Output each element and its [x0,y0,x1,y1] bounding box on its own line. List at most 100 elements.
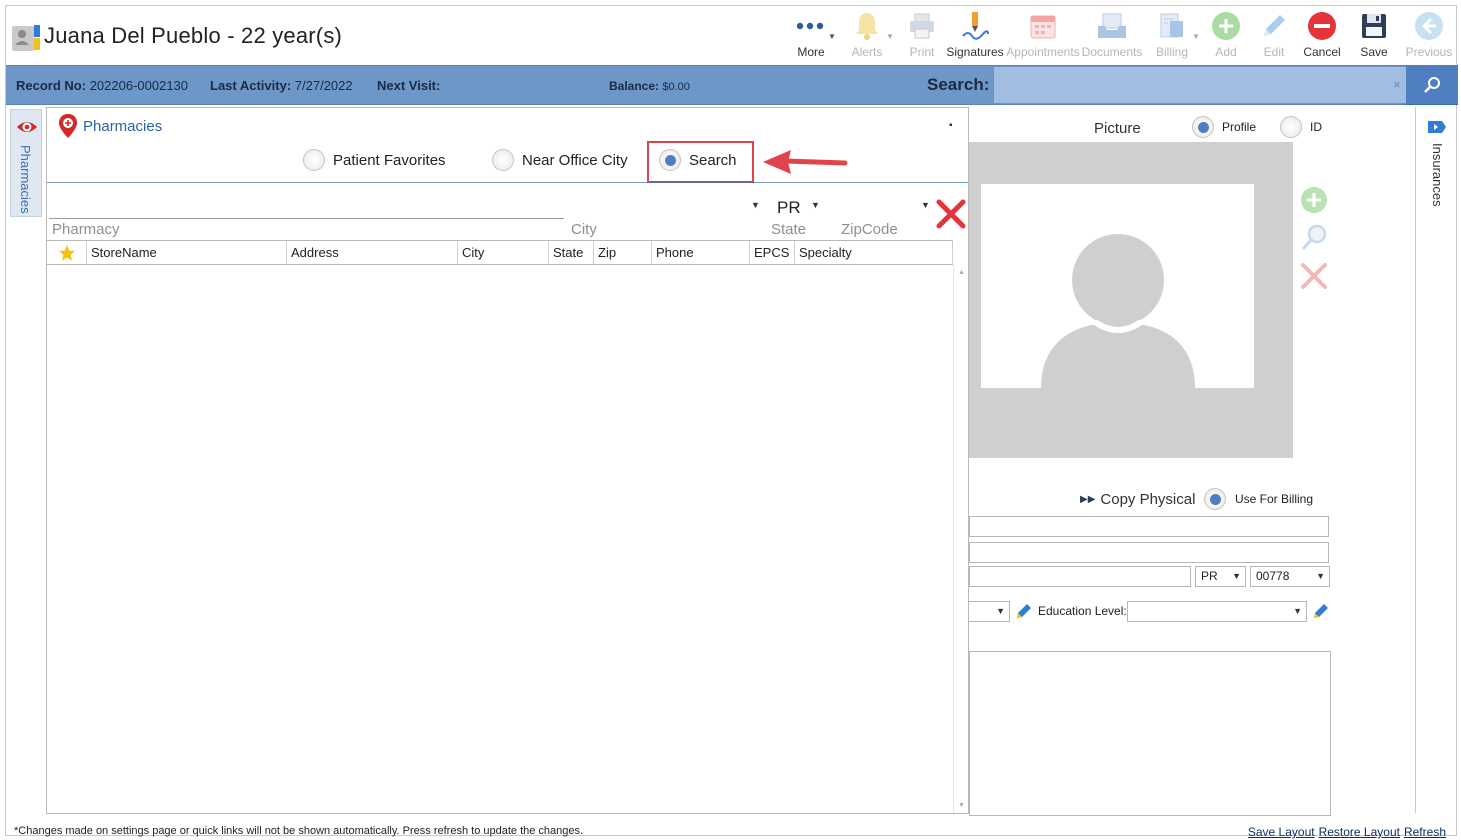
chevron-down-icon[interactable]: ▼ [811,200,820,210]
zip-select[interactable]: 00778 ▼ [1250,566,1330,587]
delete-photo-icon[interactable] [1299,261,1329,291]
column-header-storename[interactable]: StoreName [87,241,287,264]
column-header-epcs[interactable]: EPCS [750,241,795,264]
chevron-down-icon: ▼ [996,606,1005,616]
notes-box[interactable] [969,651,1331,816]
highlight-box [647,141,754,183]
column-header-state[interactable]: State [549,241,594,264]
vertical-scrollbar[interactable]: ▲ ▼ [953,265,968,813]
pharmacy-filters: Pharmacy City ▼ PR ▼ State ZipCode ▼ [47,188,968,240]
state-select[interactable]: PR [777,198,801,218]
annotation-arrow-icon [763,150,848,174]
alerts-button[interactable]: ▼ Alerts [836,8,898,64]
add-icon [1212,12,1240,40]
signatures-button[interactable]: Signatures [946,8,1004,64]
state-value: PR [1201,569,1218,583]
next-visit: Next Visit: [377,78,441,93]
radio-profile[interactable]: Profile [1192,116,1256,138]
documents-button[interactable]: Documents [1082,8,1142,64]
previous-button[interactable]: Previous [1402,8,1456,64]
radio-label: Near Office City [522,151,628,169]
photo-placeholder [981,184,1254,388]
copy-physical-button[interactable]: ▶▶ Copy Physical [1080,491,1195,508]
balance: Balance: $0.00 [609,79,690,93]
edit-list-icon[interactable] [1014,601,1034,621]
divider [1415,107,1416,813]
radio-indicator [1280,116,1302,138]
divider [47,182,968,183]
more-button[interactable]: ▼ More [786,8,836,64]
city-placeholder[interactable]: City [571,221,597,238]
chevron-down-icon[interactable]: ▼ [921,200,930,210]
save-layout-link[interactable]: Save Layout [1248,825,1315,839]
column-header-zip[interactable]: Zip [594,241,652,264]
appointments-button[interactable]: Appointments [1004,8,1082,64]
zoom-photo-icon[interactable] [1299,222,1329,254]
search-input[interactable] [994,67,1406,103]
pin-panel-icon[interactable]: ▪ [949,120,953,131]
edit-button[interactable]: Edit [1250,8,1298,64]
chevron-down-icon[interactable]: ▼ [751,200,760,210]
radio-id[interactable]: ID [1280,116,1322,138]
column-header-address[interactable]: Address [287,241,458,264]
clear-icon[interactable]: × [1393,77,1401,92]
edit-list-icon[interactable] [1311,601,1331,621]
search-button[interactable] [1406,65,1458,105]
star-icon [58,244,75,261]
patient-name: Juana Del Pueblo - 22 year(s) [44,23,343,48]
refresh-link[interactable]: Refresh [1404,825,1446,839]
column-header-phone[interactable]: Phone [652,241,750,264]
radio-near-office-city[interactable]: Near Office City [492,146,628,174]
cancel-button[interactable]: Cancel [1298,8,1346,64]
radio-label: Patient Favorites [333,151,446,169]
patient-demographics-area: Picture Profile ID ▶▶ Copy Physical Use … [969,107,1415,816]
add-button[interactable]: Add [1202,8,1250,64]
record-bar: Record No: 202206-0002130 Last Activity:… [6,65,1406,105]
scroll-up-icon[interactable]: ▲ [957,269,966,276]
add-label: Add [1215,45,1237,59]
back-arrow-icon [1415,12,1443,40]
insurance-card-icon [1428,121,1446,133]
address-line1-field[interactable] [969,516,1329,537]
language-select[interactable]: ▼ [969,601,1010,622]
previous-label: Previous [1405,45,1453,59]
save-button[interactable]: Save [1346,8,1402,64]
toolbar: ▼ More ▼ Alerts Print Signatures Appoint… [786,8,1456,64]
city-field[interactable] [969,566,1191,587]
documents-label: Documents [1081,45,1143,59]
edit-label: Edit [1263,45,1285,59]
person-silhouette-icon [1040,234,1195,388]
scroll-down-icon[interactable]: ▼ [957,802,966,809]
tab-pharmacies-label: Pharmacies [18,145,33,214]
column-header-city[interactable]: City [458,241,549,264]
pharmacy-field[interactable] [49,218,564,219]
calendar-icon [1030,15,1056,39]
pharmacy-placeholder: Pharmacy [52,221,120,238]
restore-layout-link[interactable]: Restore Layout [1319,825,1400,839]
patient-header: Juana Del Pueblo - 22 year(s) ▼ More ▼ A… [6,6,1456,64]
fast-forward-icon: ▶▶ [1080,494,1096,505]
tab-pharmacies[interactable]: Pharmacies [10,109,42,217]
more-dots-icon [796,22,824,30]
search-label: Search: [927,75,990,94]
printer-icon [910,13,934,39]
education-level-select[interactable]: ▼ [1127,601,1307,622]
column-header-specialty[interactable]: Specialty [795,241,953,264]
clear-filters-icon[interactable] [935,198,967,230]
billing-button[interactable]: ▼ Billing [1142,8,1202,64]
favorite-column-header[interactable] [47,241,87,264]
zipcode-placeholder[interactable]: ZipCode [841,221,898,238]
radio-indicator [1204,488,1226,510]
add-photo-icon[interactable] [1299,185,1329,215]
use-for-billing-radio[interactable]: Use For Billing [1204,488,1313,510]
education-level-label: Education Level: [1038,604,1127,618]
print-button[interactable]: Print [898,8,946,64]
footer-links: Save Layout Restore Layout Refresh [1248,825,1446,839]
print-label: Print [909,45,935,59]
panel-title: Pharmacies [83,118,163,135]
tab-insurances[interactable]: Insurances [1418,109,1456,229]
radio-label: ID [1310,120,1322,134]
radio-patient-favorites[interactable]: Patient Favorites [303,146,446,174]
address-line2-field[interactable] [969,542,1329,563]
state-select[interactable]: PR ▼ [1195,566,1246,587]
